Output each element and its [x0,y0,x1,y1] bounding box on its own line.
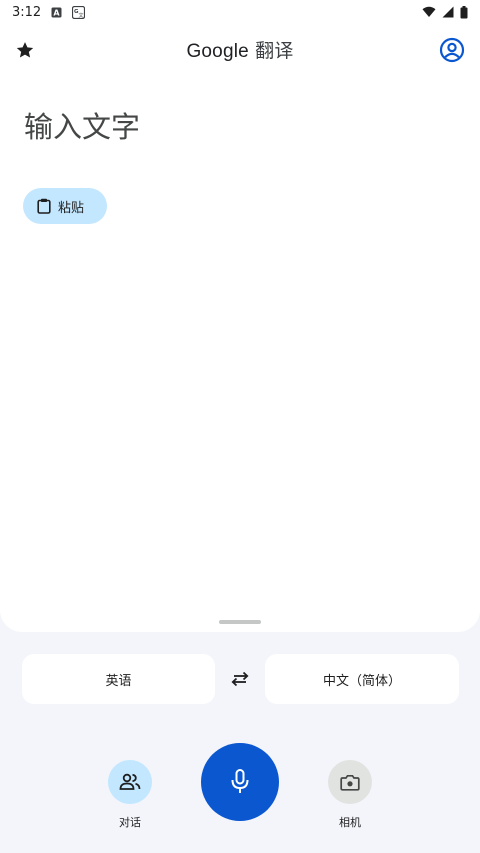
signal-icon [442,6,454,18]
target-language-label: 中文（简体） [322,673,401,689]
conversation-label: 对话 [119,816,141,829]
battery-icon [460,5,468,19]
translate-notification-icon: G文 [72,5,86,19]
camera-icon [340,774,360,791]
swap-icon [230,670,250,688]
a-notification-icon: A [51,7,62,18]
brand-logo-text: Google [186,41,249,62]
clipboard-icon [37,198,51,214]
source-language-label: 英语 [105,673,132,689]
status-right [422,5,468,19]
wifi-icon [422,6,436,18]
app-bar: Google 翻译 [0,24,480,76]
svg-text:文: 文 [79,12,84,19]
drag-handle[interactable] [219,620,261,624]
app-title-text: 翻译 [255,40,294,62]
mic-icon [230,769,250,795]
status-bar: 3:12 A G文 [0,0,480,24]
swap-languages-button[interactable] [226,666,254,692]
people-icon [119,773,141,791]
conversation-button[interactable] [108,760,152,804]
camera-action: 相机 [328,760,372,830]
account-button[interactable] [439,37,465,63]
camera-label: 相机 [339,816,361,829]
account-icon [439,37,465,63]
source-language-button[interactable]: 英语 [22,654,215,704]
target-language-button[interactable]: 中文（简体） [265,654,459,704]
status-time: 3:12 [12,4,42,20]
app-title: Google 翻译 [0,36,480,63]
status-left: 3:12 A G文 [12,4,86,20]
svg-text:A: A [54,8,61,17]
voice-input-button[interactable] [201,743,279,821]
camera-button[interactable] [328,760,372,804]
paste-label: 粘贴 [58,200,85,216]
paste-button[interactable]: 粘贴 [23,188,107,224]
conversation-action: 对话 [108,760,152,830]
text-input[interactable]: 输入文字 [24,104,454,146]
translation-input-card: Google 翻译 输入文字 粘贴 [0,24,480,632]
